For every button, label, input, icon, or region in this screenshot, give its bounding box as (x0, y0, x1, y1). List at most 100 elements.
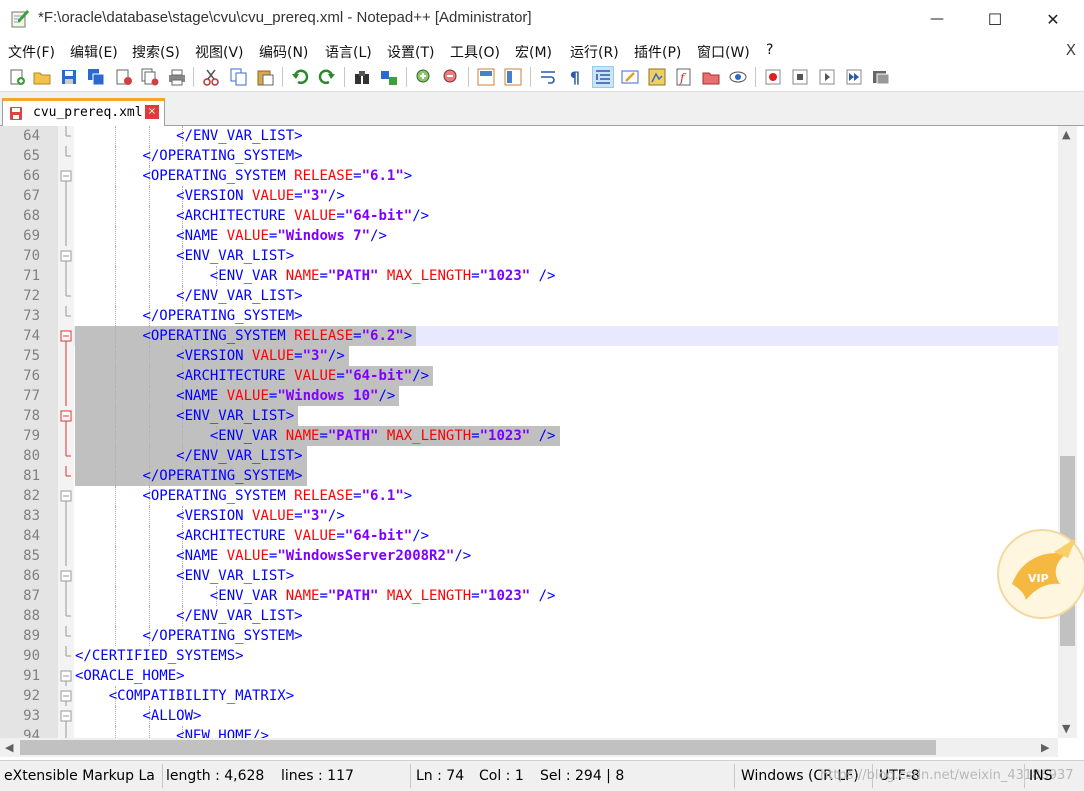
code-line[interactable]: 72 </ENV_VAR_LIST> (0, 286, 1058, 306)
code-line[interactable]: 90 </CERTIFIED_SYSTEMS> (0, 646, 1058, 666)
horizontal-scroll-thumb[interactable] (20, 740, 936, 755)
code-line[interactable]: 77 <NAME VALUE="Windows 10"/> (0, 386, 1058, 406)
fold-toggle-icon[interactable] (58, 246, 74, 266)
code-line[interactable]: 87 <ENV_VAR NAME="PATH" MAX_LENGTH="1023… (0, 586, 1058, 606)
replace-button[interactable] (378, 66, 400, 88)
close-window-button[interactable]: ✕ (1028, 0, 1078, 38)
zoom-out-button[interactable] (440, 66, 462, 88)
menu-search[interactable]: 搜索(S) (132, 42, 180, 62)
menu-settings[interactable]: 设置(T) (387, 42, 434, 62)
menu-window[interactable]: 窗口(W) (697, 42, 750, 62)
menu-language[interactable]: 语言(L) (325, 42, 372, 62)
function-list-button[interactable]: f (673, 66, 695, 88)
code-line[interactable]: 81 </OPERATING_SYSTEM> (0, 466, 1058, 486)
code-line[interactable]: 89 </OPERATING_SYSTEM> (0, 626, 1058, 646)
record-macro-button[interactable] (762, 66, 784, 88)
code-line[interactable]: 75 <VERSION VALUE="3"/> (0, 346, 1058, 366)
redo-button[interactable] (316, 66, 338, 88)
code-line[interactable]: 86 <ENV_VAR_LIST> (0, 566, 1058, 586)
maximize-button[interactable]: ☐ (970, 0, 1020, 38)
document-map-button[interactable] (646, 66, 668, 88)
minimize-button[interactable]: — (912, 0, 962, 38)
stop-record-button[interactable] (789, 66, 811, 88)
find-button[interactable] (351, 66, 373, 88)
scroll-up-icon[interactable]: ▲ (1062, 128, 1070, 141)
playback-macro-button[interactable] (816, 66, 838, 88)
code-line[interactable]: 67 <VERSION VALUE="3"/> (0, 186, 1058, 206)
save-all-button[interactable] (85, 66, 107, 88)
code-line[interactable]: 64 </ENV_VAR_LIST> (0, 126, 1058, 146)
code-line[interactable]: 92 <COMPATIBILITY_MATRIX> (0, 686, 1058, 706)
menu-run[interactable]: 运行(R) (570, 42, 619, 62)
code-line[interactable]: 84 <ARCHITECTURE VALUE="64-bit"/> (0, 526, 1058, 546)
code-line[interactable]: 71 <ENV_VAR NAME="PATH" MAX_LENGTH="1023… (0, 266, 1058, 286)
close-all-button[interactable] (139, 66, 161, 88)
undo-button[interactable] (289, 66, 311, 88)
menu-tools[interactable]: 工具(O) (450, 42, 500, 62)
copy-button[interactable] (228, 66, 250, 88)
code-line[interactable]: 78 <ENV_VAR_LIST> (0, 406, 1058, 426)
code-line[interactable]: 83 <VERSION VALUE="3"/> (0, 506, 1058, 526)
code-line[interactable]: 88 </ENV_VAR_LIST> (0, 606, 1058, 626)
fold-toggle-icon[interactable] (58, 166, 74, 186)
code-line[interactable]: 74 <OPERATING_SYSTEM RELEASE="6.2"> (0, 326, 1058, 346)
code-line[interactable]: 82 <OPERATING_SYSTEM RELEASE="6.1"> (0, 486, 1058, 506)
tab-cvu-prereq[interactable]: cvu_prereq.xml × (2, 98, 165, 126)
word-wrap-button[interactable] (537, 66, 559, 88)
menu-plugins[interactable]: 插件(P) (634, 42, 681, 62)
run-macro-multiple-button[interactable] (843, 66, 865, 88)
scroll-right-icon[interactable]: ▶ (1041, 741, 1049, 754)
cut-button[interactable] (200, 66, 222, 88)
scroll-down-icon[interactable]: ▼ (1062, 722, 1070, 735)
code-line[interactable]: 85 <NAME VALUE="WindowsServer2008R2"/> (0, 546, 1058, 566)
code-line[interactable]: 68 <ARCHITECTURE VALUE="64-bit"/> (0, 206, 1058, 226)
indent-guide-button[interactable] (592, 66, 614, 88)
code-line[interactable]: 76 <ARCHITECTURE VALUE="64-bit"/> (0, 366, 1058, 386)
paste-button[interactable] (254, 66, 276, 88)
menu-macro[interactable]: 宏(M) (515, 42, 552, 62)
code-line[interactable]: 94 <NEW_HOME/> (0, 726, 1058, 738)
zoom-in-button[interactable] (413, 66, 435, 88)
fold-toggle-icon[interactable] (58, 326, 74, 346)
code-line[interactable]: 93 <ALLOW> (0, 706, 1058, 726)
code-line[interactable]: 91 <ORACLE_HOME> (0, 666, 1058, 686)
sync-vertical-button[interactable] (475, 66, 497, 88)
print-button[interactable] (166, 66, 188, 88)
menu-edit[interactable]: 编辑(E) (70, 42, 118, 62)
open-file-button[interactable] (31, 66, 53, 88)
save-button[interactable] (58, 66, 80, 88)
editor[interactable]: 64 </ENV_VAR_LIST> 65 </OPERATING_SYSTEM>… (0, 126, 1058, 738)
code-line[interactable]: 79 <ENV_VAR NAME="PATH" MAX_LENGTH="1023… (0, 426, 1058, 446)
show-all-chars-button[interactable]: ¶ (564, 66, 586, 88)
close-file-button[interactable] (113, 66, 135, 88)
fold-toggle-icon[interactable] (58, 706, 74, 726)
vip-bird-badge[interactable]: VIP (994, 528, 1084, 620)
horizontal-scrollbar[interactable]: ◀ ▶ (0, 738, 1058, 757)
code-line[interactable]: 65 </OPERATING_SYSTEM> (0, 146, 1058, 166)
sync-horizontal-button[interactable] (502, 66, 524, 88)
user-defined-language-button[interactable] (619, 66, 641, 88)
monitoring-button[interactable] (727, 66, 749, 88)
scroll-left-icon[interactable]: ◀ (5, 741, 13, 754)
fold-toggle-icon[interactable] (58, 686, 74, 706)
fold-toggle-icon[interactable] (58, 406, 74, 426)
code-line[interactable]: 69 <NAME VALUE="Windows 7"/> (0, 226, 1058, 246)
fold-toggle-icon[interactable] (58, 486, 74, 506)
code-line[interactable]: 80 </ENV_VAR_LIST> (0, 446, 1058, 466)
status-insert-mode[interactable]: INS (1029, 768, 1053, 784)
menu-help[interactable]: ? (766, 42, 773, 58)
code-line[interactable]: 70 <ENV_VAR_LIST> (0, 246, 1058, 266)
new-file-button[interactable] (6, 66, 28, 88)
close-document-button[interactable]: X (1066, 41, 1076, 59)
code-line[interactable]: 73 </OPERATING_SYSTEM> (0, 306, 1058, 326)
fold-toggle-icon[interactable] (58, 566, 74, 586)
tab-close-button[interactable]: × (145, 105, 159, 119)
menu-file[interactable]: 文件(F) (8, 42, 55, 62)
vertical-scrollbar[interactable]: ▲ ▼ (1058, 126, 1077, 738)
menu-view[interactable]: 视图(V) (195, 42, 244, 62)
fold-toggle-icon[interactable] (58, 666, 74, 686)
folder-as-workspace-button[interactable] (700, 66, 722, 88)
save-macro-button[interactable] (870, 66, 892, 88)
code-line[interactable]: 66 <OPERATING_SYSTEM RELEASE="6.1"> (0, 166, 1058, 186)
menu-encoding[interactable]: 编码(N) (259, 42, 308, 62)
